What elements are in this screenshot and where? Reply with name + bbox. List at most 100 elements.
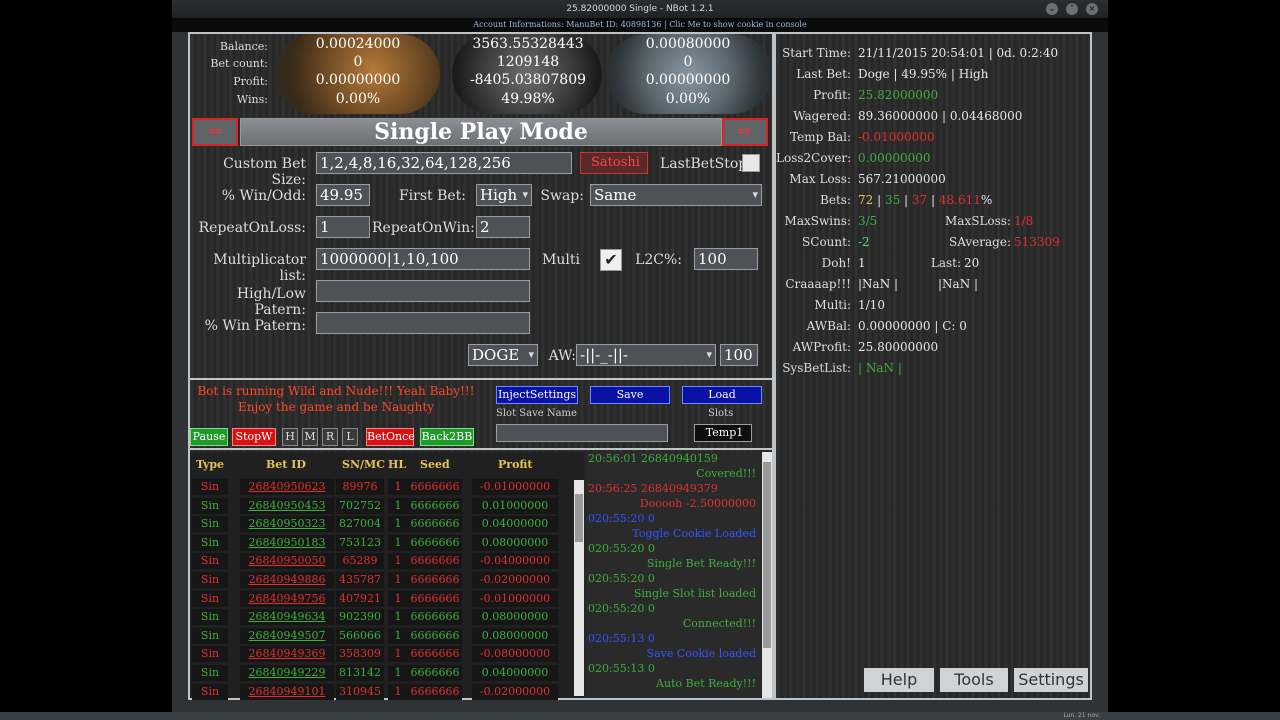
account-info-bar[interactable]: Account Informations: ManuBet ID: 408981…	[172, 18, 1108, 32]
help-button[interactable]: Help	[864, 668, 934, 692]
cell-profit: -0.02000000	[479, 573, 551, 586]
cell-seed: 6666666	[410, 535, 460, 549]
multi-checkbox[interactable]: ✔	[600, 249, 622, 271]
app-window: 25.82000000 Single - NBot 1.2.1 ⌄ ˄ × Ac…	[172, 0, 1108, 712]
table-scroll-thumb[interactable]	[575, 494, 583, 542]
minimize-icon[interactable]: ⌄	[1046, 3, 1058, 15]
slots-select[interactable]: Temp1	[694, 424, 752, 442]
next-mode-button[interactable]: ⇨	[722, 118, 768, 146]
repeat-loss-label: RepeatOnLoss:	[198, 220, 306, 236]
satoshi-toggle[interactable]: Satoshi	[580, 152, 648, 174]
cell-bet-id[interactable]: 26840949229	[242, 666, 332, 679]
cell-sn-mc: 89976	[342, 480, 378, 493]
m-button[interactable]: M	[302, 428, 318, 446]
betonce-button[interactable]: BetOnce	[366, 428, 415, 446]
h-button[interactable]: H	[282, 428, 298, 446]
inject-settings-button[interactable]: InjectSettings	[496, 386, 578, 404]
cell-bet-id[interactable]: 26840950050	[242, 554, 332, 567]
multi-value: 1/10	[858, 298, 885, 312]
col-type: Type	[196, 458, 225, 471]
profit-value: 25.82000000	[858, 88, 939, 102]
maximize-icon[interactable]: ˄	[1066, 3, 1078, 15]
table-row[interactable]: Sin 26840949756 407921 1 6666666 -0.01000000	[190, 590, 580, 608]
table-row[interactable]: Sin 26840949229 813142 1 6666666 0.04000000	[190, 664, 580, 682]
cell-hl: 1	[394, 610, 402, 624]
table-row[interactable]: Sin 26840949507 566066 1 6666666 0.08000000	[190, 627, 580, 645]
cell-sn-mc: 813142	[339, 666, 381, 679]
cell-bet-id[interactable]: 26840949101	[242, 685, 332, 698]
slot-save-name-label: Slot Save Name	[496, 408, 577, 419]
cell-bet-id[interactable]: 26840950453	[242, 499, 332, 512]
multiplicator-input[interactable]: 1000000|1,10,100	[316, 248, 530, 270]
win-pattern-input[interactable]	[316, 312, 530, 334]
saverage-label: SAverage:	[949, 235, 1011, 249]
log-scrollbar[interactable]	[762, 452, 772, 698]
cell-hl: 1	[394, 628, 402, 642]
repeat-loss-input[interactable]: 1	[316, 216, 370, 238]
load-button[interactable]: Load	[682, 386, 762, 404]
table-row[interactable]: Sin 26840949886 435787 1 6666666 -0.02000000	[190, 571, 580, 589]
cell-bet-id[interactable]: 26840950623	[242, 480, 332, 493]
table-scrollbar[interactable]	[574, 480, 584, 696]
cell-profit: -0.01000000	[479, 480, 551, 493]
back2bb-button[interactable]: Back2BB	[420, 428, 474, 446]
table-row[interactable]: Sin 26840950623 89976 1 6666666 -0.01000000	[190, 478, 580, 496]
log-line: 020:55:13 0	[588, 632, 655, 645]
last-bet-value: Doge | 49.95% | High	[858, 67, 989, 81]
log-line: Save Cookie loaded	[646, 647, 756, 660]
stopw-button[interactable]: StopW	[232, 428, 276, 446]
table-row[interactable]: Sin 26840950323 827004 1 6666666 0.04000000	[190, 515, 580, 533]
first-bet-select[interactable]: High	[476, 184, 532, 206]
cell-sn-mc: 310945	[339, 684, 381, 698]
highlow-pattern-input[interactable]	[316, 280, 530, 302]
cell-type: Sin	[200, 684, 220, 698]
cell-bet-id[interactable]: 26840949756	[242, 592, 332, 605]
l2c-input[interactable]: 100	[694, 248, 758, 270]
cell-type: Sin	[200, 610, 220, 624]
custom-bet-input[interactable]: 1,2,4,8,16,32,64,128,256	[316, 152, 572, 174]
aw-select[interactable]: -||-_-||-	[576, 344, 716, 366]
cell-bet-id[interactable]: 26840949369	[242, 647, 332, 660]
l-button[interactable]: L	[342, 428, 358, 446]
table-row[interactable]: Sin 26840949101 310945 1 6666666 -0.02000000	[190, 683, 580, 701]
settings-button[interactable]: Settings	[1014, 668, 1088, 692]
cell-type: Sin	[200, 517, 220, 531]
repeat-win-input[interactable]: 2	[476, 216, 530, 238]
table-row[interactable]: Sin 26840949634 902390 1 6666666 0.08000000	[190, 608, 580, 626]
cell-type: Sin	[200, 535, 220, 549]
slot-save-name-input[interactable]	[496, 424, 668, 442]
cell-seed: 6666666	[410, 591, 460, 605]
log-line: 020:55:13 0	[588, 662, 655, 675]
table-row[interactable]: Sin 26840950183 753123 1 6666666 0.08000000	[190, 534, 580, 552]
coin-select[interactable]: DOGE	[468, 344, 538, 366]
win-pattern-label: % Win Patern:	[204, 318, 306, 334]
log-scroll-thumb[interactable]	[763, 462, 771, 648]
lastbetstop-checkbox[interactable]	[742, 154, 760, 172]
cell-bet-id[interactable]: 26840949886	[242, 573, 332, 586]
save-button[interactable]: Save	[590, 386, 670, 404]
table-row[interactable]: Sin 26840950453 702752 1 6666666 0.01000000	[190, 497, 580, 515]
cell-bet-id[interactable]: 26840950183	[242, 536, 332, 549]
table-row[interactable]: Sin 26840950050 65289 1 6666666 -0.04000000	[190, 552, 580, 570]
sysbetlist-value: | NaN |	[858, 361, 902, 375]
table-row[interactable]: Sin 26840949369 358309 1 6666666 -0.08000000	[190, 645, 580, 663]
cell-sn-mc: 827004	[339, 517, 381, 531]
cell-profit: 0.04000000	[481, 517, 549, 531]
aw-value-input[interactable]: 100	[720, 344, 758, 366]
win-odd-input[interactable]: 49.95	[316, 184, 370, 206]
cell-bet-id[interactable]: 26840949634	[242, 610, 332, 623]
prev-mode-button[interactable]: ⇦	[192, 118, 238, 146]
log-line: Single Slot list loaded	[633, 587, 756, 600]
maxswins-value: 3/5	[858, 214, 878, 228]
swap-select[interactable]: Same	[590, 184, 762, 206]
r-button[interactable]: R	[322, 428, 338, 446]
pause-button[interactable]: Pause	[190, 428, 228, 446]
btc-balance: 0.00024000	[315, 36, 401, 52]
log-line: 20:56:01 26840940159	[588, 452, 718, 465]
tools-button[interactable]: Tools	[940, 668, 1008, 692]
l2c-label: L2C%:	[635, 252, 682, 268]
cell-bet-id[interactable]: 26840949507	[242, 629, 332, 642]
cell-bet-id[interactable]: 26840950323	[242, 517, 332, 530]
close-icon[interactable]: ×	[1086, 3, 1098, 15]
bets-win: 35	[884, 193, 901, 207]
